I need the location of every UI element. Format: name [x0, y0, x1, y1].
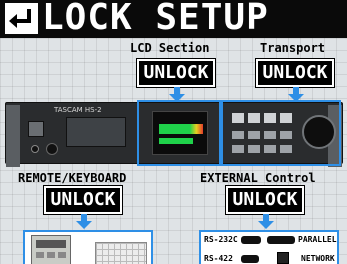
remote-key: [58, 252, 66, 258]
brand-label: TASCAM HS-2: [54, 106, 102, 114]
rs232c-label: RS-232C: [204, 235, 238, 244]
remote-controller: [31, 235, 71, 264]
arrow-down-icon: [76, 214, 92, 229]
remote-display: [36, 240, 66, 248]
title-bar: LOCK SETUP: [0, 0, 347, 38]
external-section-label: EXTERNAL Control: [200, 171, 316, 185]
keyboard-image: [95, 242, 147, 264]
return-arrow-icon: [9, 9, 31, 28]
external-unlock-label: UNLOCK: [232, 189, 298, 210]
lcd-section-highlight: [137, 100, 221, 166]
transport-section-highlight: [221, 100, 341, 166]
parallel-connector: [267, 236, 295, 244]
rs232c-connector: [241, 236, 261, 244]
back-button[interactable]: [5, 3, 38, 34]
page-title: LOCK SETUP: [42, 0, 269, 38]
rack-ear-left: [6, 105, 20, 167]
power-switch: [28, 121, 44, 137]
remote-key: [47, 252, 55, 258]
transport-unlock-button[interactable]: UNLOCK: [255, 58, 335, 88]
headphone-jack: [31, 145, 39, 153]
remote-keyboard-panel: [23, 230, 153, 264]
level-knob: [46, 143, 58, 155]
remote-key: [36, 252, 44, 258]
external-unlock-button[interactable]: UNLOCK: [225, 185, 305, 215]
rs422-label: RS-422: [204, 254, 233, 263]
arrow-down-icon: [258, 214, 274, 229]
lcd-unlock-label: UNLOCK: [143, 62, 209, 83]
network-label: NETWORK: [301, 254, 335, 263]
external-control-panel: RS-232C PARALLEL RS-422 NETWORK: [199, 230, 339, 264]
remote-unlock-button[interactable]: UNLOCK: [43, 185, 123, 215]
rs422-connector: [241, 255, 259, 263]
lcd-unlock-button[interactable]: UNLOCK: [136, 58, 216, 88]
lcd-section-label: LCD Section: [130, 41, 210, 55]
remote-unlock-label: UNLOCK: [50, 189, 116, 210]
transport-unlock-label: UNLOCK: [262, 62, 328, 83]
transport-section-label: Transport: [260, 41, 326, 55]
card-slot: [66, 117, 126, 147]
network-port: [277, 252, 289, 264]
remote-section-label: REMOTE/KEYBOARD: [18, 171, 127, 185]
parallel-label: PARALLEL: [298, 235, 337, 244]
lock-setup-screen: LOCK SETUP LCD Section UNLOCK Transport …: [0, 0, 347, 264]
device-front-panel: TASCAM HS-2: [5, 100, 343, 167]
